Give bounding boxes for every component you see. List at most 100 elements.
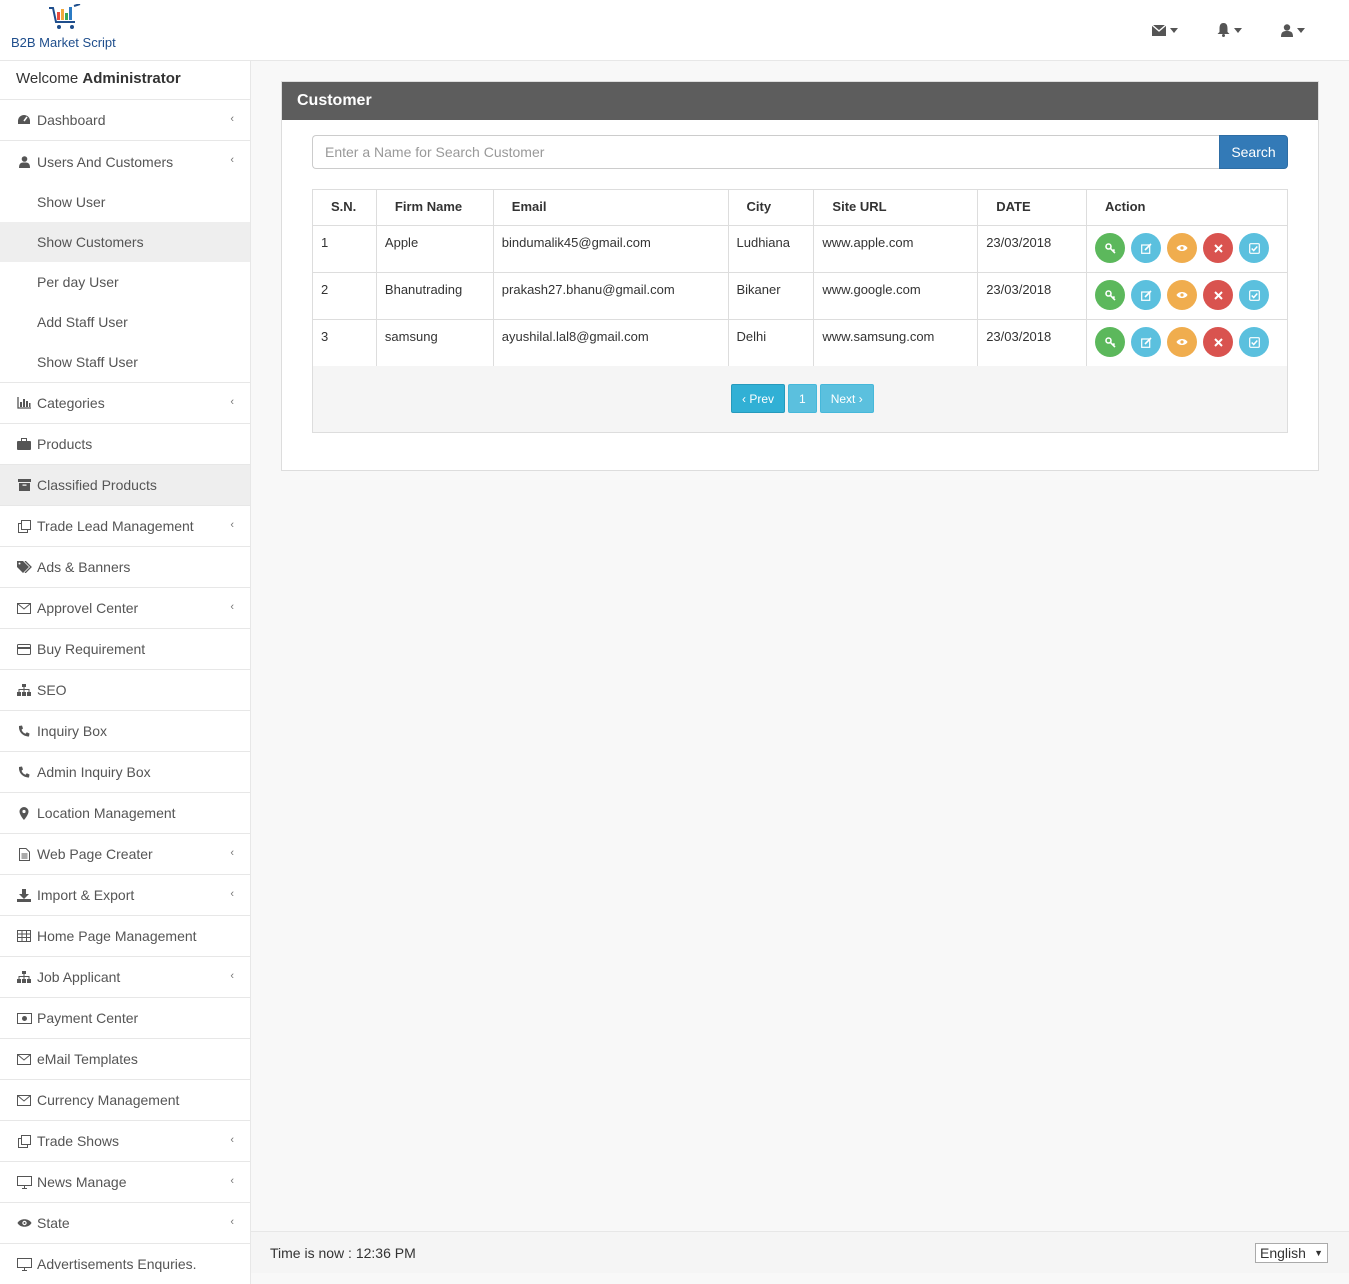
sidebar-item-inquiry-box[interactable]: Inquiry Box: [0, 711, 250, 752]
sidebar-item-trade-lead-management[interactable]: Trade Lead Management ‹: [0, 506, 250, 547]
sidebar-item-label: News Manage: [37, 1174, 127, 1190]
table-cell: Ludhiana: [727, 225, 815, 273]
map-marker-icon: [16, 806, 32, 820]
sidebar-item-seo[interactable]: SEO: [0, 670, 250, 711]
sidebar-item-home-page-management[interactable]: Home Page Management: [0, 916, 250, 957]
submenu-item-show-customers[interactable]: Show Customers: [0, 222, 250, 262]
sidebar-item-web-page-creater[interactable]: Web Page Creater ‹: [0, 834, 250, 875]
chevron-left-icon: ‹: [230, 1216, 234, 1228]
edit-icon: [1140, 242, 1152, 254]
view-button[interactable]: [1167, 327, 1198, 357]
approve-button[interactable]: [1239, 233, 1270, 263]
table-cell: Bikaner: [727, 272, 815, 320]
desktop-icon: [16, 1175, 32, 1189]
sidebar-item-job-applicant[interactable]: Job Applicant ‹: [0, 957, 250, 998]
chevron-left-icon: ‹: [230, 970, 234, 982]
sidebar-item-label: Trade Lead Management: [37, 518, 194, 534]
table-cell: www.apple.com: [813, 225, 979, 273]
sidebar-item-approvel-center[interactable]: Approvel Center ‹: [0, 588, 250, 629]
archive-icon: [16, 478, 32, 492]
download-icon: [16, 888, 32, 902]
action-cell: [1086, 225, 1288, 273]
approve-button[interactable]: [1239, 327, 1270, 357]
view-button[interactable]: [1167, 233, 1198, 263]
panel-title: Customer: [282, 82, 1318, 120]
brand[interactable]: B2B Market Script: [11, 4, 121, 54]
messages-dropdown[interactable]: [1133, 16, 1197, 44]
sidebar-item-trade-shows[interactable]: Trade Shows ‹: [0, 1121, 250, 1162]
alerts-dropdown[interactable]: [1197, 16, 1261, 44]
sidebar-item-ads-banners[interactable]: Ads & Banners: [0, 547, 250, 588]
column-header[interactable]: S.N.: [312, 189, 377, 226]
close-icon: [1213, 243, 1223, 253]
footer: Time is now : 12:36 PM English ▼: [251, 1231, 1349, 1273]
login-button[interactable]: [1095, 327, 1126, 357]
sidebar-item-label: Home Page Management: [37, 928, 197, 944]
sitemap-icon: [16, 970, 32, 984]
submenu-item-per-day-user[interactable]: Per day User: [0, 262, 250, 302]
sidebar-item-label: Payment Center: [37, 1010, 139, 1026]
sidebar-item-currency-management[interactable]: Currency Management: [0, 1080, 250, 1121]
submenu-item-show-user[interactable]: Show User: [0, 182, 250, 222]
login-button[interactable]: [1095, 233, 1126, 263]
edit-button[interactable]: [1131, 233, 1162, 263]
sidebar-item-state[interactable]: State ‹: [0, 1203, 250, 1244]
column-header[interactable]: DATE: [977, 189, 1088, 226]
sidebar-item-products[interactable]: Products: [0, 424, 250, 465]
language-select[interactable]: English ▼: [1255, 1243, 1328, 1263]
approve-button[interactable]: [1239, 280, 1270, 310]
delete-button[interactable]: [1203, 233, 1234, 263]
column-header[interactable]: Firm Name: [375, 189, 494, 226]
eye-icon: [1176, 291, 1188, 299]
envelope-icon: [16, 1052, 32, 1066]
chevron-left-icon: ‹: [230, 601, 234, 613]
view-button[interactable]: [1167, 280, 1198, 310]
customer-panel: Customer Search S.N.Firm NameEmailCitySi…: [281, 81, 1319, 471]
sidebar-item-dashboard[interactable]: Dashboard ‹: [0, 100, 250, 141]
search-input[interactable]: [312, 135, 1219, 169]
column-header[interactable]: City: [727, 189, 815, 226]
chevron-left-icon: ‹: [230, 519, 234, 531]
edit-button[interactable]: [1131, 327, 1162, 357]
page-1-button[interactable]: 1: [788, 384, 817, 413]
delete-button[interactable]: [1203, 280, 1234, 310]
table-cell: prakash27.bhanu@gmail.com: [492, 272, 729, 320]
sidebar-item-label: Buy Requirement: [37, 641, 146, 657]
sidebar-item-news-manage[interactable]: News Manage ‹: [0, 1162, 250, 1203]
sidebar-item-location-management[interactable]: Location Management: [0, 793, 250, 834]
sidebar-item-advertisements-enquries[interactable]: Advertisements Enquries.: [0, 1244, 250, 1284]
next-page-button[interactable]: Next ›: [819, 384, 874, 413]
sidebar-item-email-templates[interactable]: eMail Templates: [0, 1039, 250, 1080]
language-value: English: [1260, 1245, 1306, 1261]
user-dropdown[interactable]: [1261, 16, 1325, 44]
table-row: 2 Bhanutrading prakash27.bhanu@gmail.com Bi…: [312, 272, 1288, 320]
search-button[interactable]: Search: [1219, 135, 1288, 169]
sidebar-item-label: Import & Export: [37, 887, 135, 903]
clone-icon: [16, 1134, 32, 1148]
briefcase-icon: [16, 437, 32, 451]
edit-button[interactable]: [1131, 280, 1162, 310]
sidebar-item-classified-products[interactable]: Classified Products: [0, 465, 250, 506]
delete-button[interactable]: [1203, 327, 1234, 357]
column-header[interactable]: Site URL: [813, 189, 979, 226]
sidebar-item-admin-inquiry-box[interactable]: Admin Inquiry Box: [0, 752, 250, 793]
sidebar-item-users-and-customers[interactable]: Users And Customers ‹: [0, 141, 250, 182]
sidebar-item-label: SEO: [37, 682, 67, 698]
prev-page-button[interactable]: ‹ Prev: [731, 384, 786, 413]
pagination: ‹ Prev 1 Next ›: [731, 384, 874, 413]
column-header[interactable]: Email: [492, 189, 729, 226]
submenu-item-show-staff-user[interactable]: Show Staff User: [0, 342, 250, 382]
sidebar-item-import-export[interactable]: Import & Export ‹: [0, 875, 250, 916]
column-header[interactable]: Action: [1086, 189, 1288, 226]
table-cell: www.samsung.com: [813, 319, 979, 367]
sidebar-item-payment-center[interactable]: Payment Center: [0, 998, 250, 1039]
sitemap-icon: [16, 683, 32, 697]
chevron-left-icon: ‹: [230, 113, 234, 125]
bell-icon: [1217, 23, 1229, 37]
submenu-item-add-staff-user[interactable]: Add Staff User: [0, 302, 250, 342]
welcome-text: Welcome Administrator: [0, 61, 250, 100]
sidebar-item-categories[interactable]: Categories ‹: [0, 383, 250, 424]
sidebar-item-label: Admin Inquiry Box: [37, 764, 151, 780]
sidebar-item-buy-requirement[interactable]: Buy Requirement: [0, 629, 250, 670]
login-button[interactable]: [1095, 280, 1126, 310]
